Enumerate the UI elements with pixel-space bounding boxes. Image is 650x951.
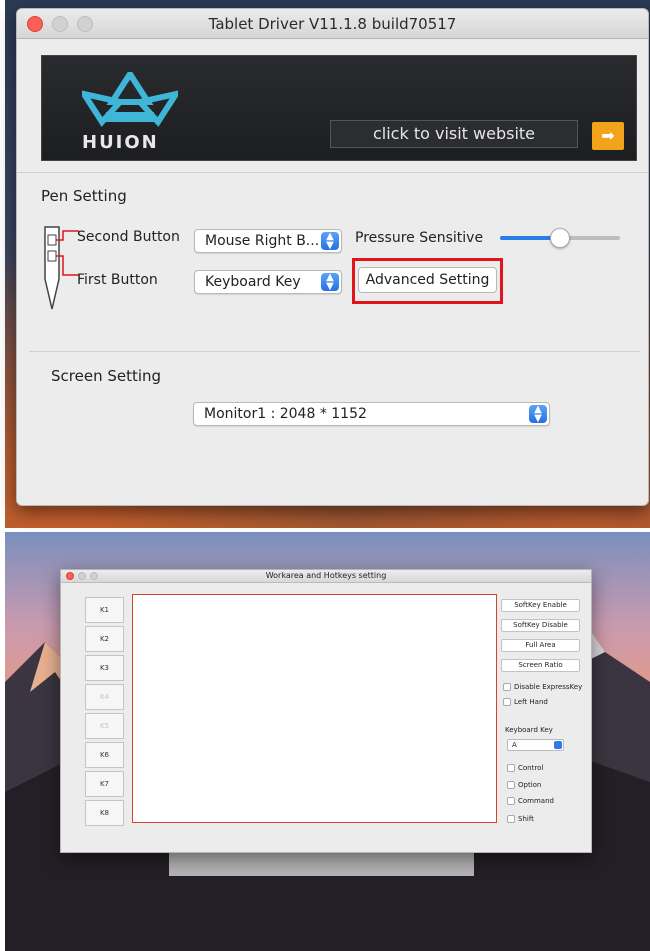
pen-diagram-icon <box>44 226 79 310</box>
express-key-k1[interactable]: K1 <box>85 597 124 623</box>
control-label: Control <box>518 764 544 772</box>
checkbox-box[interactable] <box>503 698 511 706</box>
section-divider <box>29 351 640 352</box>
window-shadow-strip <box>169 853 474 876</box>
up-down-chevron-icon <box>554 741 562 749</box>
checkbox-box[interactable] <box>507 815 515 823</box>
pen-setting-heading: Pen Setting <box>41 187 127 205</box>
huion-banner: HUION click to visit website ➡ <box>41 55 637 161</box>
express-key-k5: K5 <box>85 713 124 739</box>
left-hand-label: Left Hand <box>514 698 548 706</box>
window-titlebar: Workarea and Hotkeys setting <box>61 570 591 583</box>
up-down-chevron-icon: ▲ ▼ <box>321 232 339 251</box>
express-key-k7[interactable]: K7 <box>85 771 124 797</box>
pressure-slider-knob[interactable] <box>550 228 570 248</box>
window-titlebar: Tablet Driver V11.1.8 build70517 <box>17 9 648 39</box>
command-checkbox[interactable]: Command <box>507 797 554 805</box>
express-key-k8[interactable]: K8 <box>85 800 124 826</box>
monitor-select[interactable]: Monitor1 : 2048 * 1152 ▲ ▼ <box>193 402 550 426</box>
left-hand-checkbox[interactable]: Left Hand <box>503 698 548 706</box>
shift-checkbox[interactable]: Shift <box>507 815 534 823</box>
express-key-k3[interactable]: K3 <box>85 655 124 681</box>
option-label: Option <box>518 781 542 789</box>
express-key-k4: K4 <box>85 684 124 710</box>
keyboard-key-value: A <box>512 741 517 749</box>
keyboard-key-select[interactable]: A <box>507 739 564 751</box>
screen-ratio-button[interactable]: Screen Ratio <box>501 659 580 672</box>
huion-crown-logo <box>82 72 178 127</box>
second-button-label: Second Button <box>77 229 180 245</box>
express-key-k6[interactable]: K6 <box>85 742 124 768</box>
tablet-driver-window: Tablet Driver V11.1.8 build70517 HUION c… <box>16 8 649 506</box>
keyboard-key-label: Keyboard Key <box>505 726 553 734</box>
advanced-setting-button[interactable]: Advanced Setting <box>358 267 497 293</box>
up-down-chevron-icon: ▲ ▼ <box>321 273 339 292</box>
disable-expresskey-checkbox[interactable]: Disable ExpressKey <box>503 683 582 691</box>
full-area-button[interactable]: Full Area <box>501 639 580 652</box>
shift-label: Shift <box>518 815 534 823</box>
workarea-canvas[interactable] <box>132 594 497 823</box>
monitor-value: Monitor1 : 2048 * 1152 <box>204 406 367 422</box>
control-checkbox[interactable]: Control <box>507 764 543 772</box>
checkbox-box[interactable] <box>507 764 515 772</box>
command-label: Command <box>518 797 554 805</box>
pressure-slider[interactable] <box>500 228 620 248</box>
checkbox-box[interactable] <box>507 797 515 805</box>
up-down-chevron-icon: ▲ ▼ <box>529 405 547 424</box>
arrow-right-icon[interactable]: ➡ <box>592 122 624 150</box>
window-title: Tablet Driver V11.1.8 build70517 <box>208 15 457 33</box>
pressure-sensitive-label: Pressure Sensitive <box>355 230 484 246</box>
express-key-k2[interactable]: K2 <box>85 626 124 652</box>
second-button-value: Mouse Right B... <box>205 233 320 249</box>
second-button-select[interactable]: Mouse Right B... ▲ ▼ <box>194 229 342 253</box>
brand-name: HUION <box>82 132 159 153</box>
window-title: Workarea and Hotkeys setting <box>265 571 387 580</box>
screen-setting-heading: Screen Setting <box>51 367 162 385</box>
visit-website-link[interactable]: click to visit website <box>330 120 578 148</box>
disable-expresskey-label: Disable ExpressKey <box>514 683 583 691</box>
softkey-disable-button[interactable]: SoftKey Disable <box>501 619 580 632</box>
section-divider <box>17 172 648 173</box>
checkbox-box[interactable] <box>503 683 511 691</box>
first-button-label: First Button <box>77 272 158 288</box>
first-button-select[interactable]: Keyboard Key ▲ ▼ <box>194 270 342 294</box>
checkbox-box[interactable] <box>507 781 515 789</box>
option-checkbox[interactable]: Option <box>507 781 541 789</box>
first-button-value: Keyboard Key <box>205 274 301 290</box>
softkey-enable-button[interactable]: SoftKey Enable <box>501 599 580 612</box>
workarea-hotkeys-window: Workarea and Hotkeys setting K1 K2 K3 K4… <box>60 569 592 853</box>
